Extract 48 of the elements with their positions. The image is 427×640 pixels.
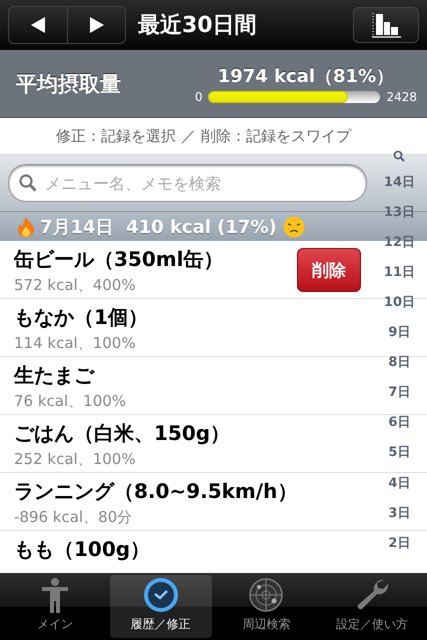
record-name: 生たまご: [14, 362, 94, 389]
fire-icon: [18, 216, 34, 236]
tab[interactable]: 設定／使い方: [321, 575, 423, 638]
left-triangle-icon: [29, 16, 47, 34]
usage-hint: 修正：記録を選択 ／ 削除：記録をスワイプ: [56, 126, 351, 146]
index-entry[interactable]: 14日: [384, 174, 415, 192]
search-icon[interactable]: [393, 150, 406, 162]
summary-value: 1974 kcal（81%）: [218, 64, 394, 88]
record-name: もも（100g）: [14, 536, 150, 563]
record-name: ごはん（白米、150g）: [14, 420, 230, 447]
record-detail: 114 kcal、100%: [14, 334, 136, 353]
record-detail: 76 kcal、100%: [14, 392, 126, 411]
record-name: もなか（1個）: [14, 304, 148, 331]
search-input[interactable]: メニュー名、メモを検索: [43, 172, 356, 194]
sad-face-icon: [282, 216, 305, 238]
section-title: 7月14日 410 kcal (17%): [40, 216, 277, 238]
right-triangle-icon: [88, 16, 106, 34]
tab[interactable]: 履歴／修正: [110, 575, 212, 638]
summary-label: 平均摂取量: [16, 70, 122, 98]
record-detail: -896 kcal、80分: [14, 508, 132, 527]
index-entry[interactable]: 5日: [388, 444, 410, 463]
record-name: 缶ビール（350ml缶）: [14, 246, 224, 273]
chart-button[interactable]: [353, 7, 419, 43]
bar-max: 2428: [386, 90, 417, 104]
index-entry[interactable]: 10日: [384, 294, 415, 312]
index-entry[interactable]: 6日: [388, 414, 410, 433]
index-entry[interactable]: 3日: [388, 504, 410, 524]
search-icon: [19, 174, 37, 192]
search-field[interactable]: メニュー名、メモを検索: [8, 164, 367, 202]
bar-chart-icon: [369, 12, 403, 38]
clock-icon: [142, 577, 179, 613]
index-entry[interactable]: 2日: [388, 534, 410, 554]
record-name: ランニング（8.0~9.5km/h）: [14, 478, 298, 505]
index-entry[interactable]: 11日: [384, 264, 415, 282]
index-entry[interactable]: 9日: [388, 324, 410, 343]
index-entry[interactable]: 4日: [388, 474, 410, 494]
delete-button[interactable]: 削除: [297, 248, 361, 292]
bar-min: 0: [194, 90, 202, 104]
nav-title: 最近30日間: [138, 12, 258, 40]
person-icon: [40, 577, 70, 613]
index-entry[interactable]: 13日: [384, 204, 415, 222]
index-entry[interactable]: 8日: [388, 354, 410, 373]
tab[interactable]: メイン: [4, 575, 106, 638]
record-detail: 252 kcal、100%: [14, 450, 136, 469]
tab[interactable]: 周辺検索: [216, 575, 318, 638]
index-entry[interactable]: 7日: [388, 384, 410, 403]
record-detail: 572 kcal、400%: [14, 276, 136, 295]
radar-icon: [248, 577, 284, 613]
